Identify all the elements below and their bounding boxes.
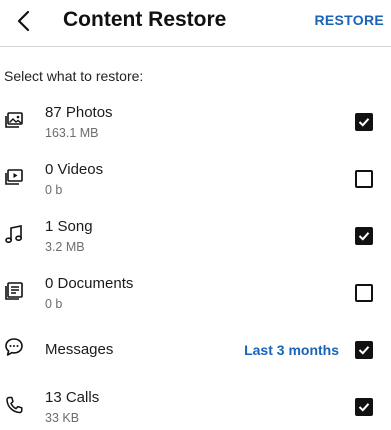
list-item-songs[interactable]: 1 Song 3.2 MB: [0, 217, 391, 267]
checkmark-icon: [358, 346, 370, 355]
checkbox-messages[interactable]: [355, 341, 373, 359]
checkbox-photos[interactable]: [355, 113, 373, 131]
message-bubble-icon: [5, 338, 23, 356]
checkbox-songs[interactable]: [355, 227, 373, 245]
header-divider: [0, 46, 391, 47]
item-label: 1 Song: [45, 218, 93, 235]
list-item-videos[interactable]: 0 Videos 0 b: [0, 160, 391, 210]
item-size: 0 b: [45, 183, 63, 197]
checkmark-icon: [358, 232, 370, 241]
video-icon: [5, 169, 23, 185]
document-icon: [5, 282, 23, 300]
checkbox-calls[interactable]: [355, 398, 373, 416]
checkbox-documents[interactable]: [355, 284, 373, 302]
back-arrow-icon: [17, 10, 30, 32]
checkmark-icon: [358, 403, 370, 412]
page-title: Content Restore: [63, 8, 227, 31]
item-label: 0 Documents: [45, 275, 134, 292]
checkmark-icon: [358, 118, 370, 127]
item-size: 33 KB: [45, 411, 80, 425]
back-button[interactable]: [10, 7, 38, 35]
list-item-documents[interactable]: 0 Documents 0 b: [0, 274, 391, 324]
item-label: Messages: [45, 341, 114, 358]
list-item-calls[interactable]: 13 Calls 33 KB: [0, 388, 391, 430]
list-item-messages[interactable]: Messages Last 3 months: [0, 331, 391, 381]
item-size: 3.2 MB: [45, 240, 85, 254]
music-note-icon: [5, 225, 22, 244]
section-instruction: Select what to restore:: [4, 68, 144, 84]
checkbox-videos[interactable]: [355, 170, 373, 188]
photo-icon: [5, 112, 23, 128]
messages-period-selector[interactable]: Last 3 months: [244, 341, 339, 359]
item-label: 0 Videos: [45, 161, 104, 178]
restore-button[interactable]: RESTORE: [314, 10, 384, 30]
item-label: 87 Photos: [45, 104, 113, 121]
app-bar: Content Restore RESTORE: [0, 0, 391, 46]
item-label: 13 Calls: [45, 389, 100, 406]
phone-icon: [6, 396, 23, 414]
item-size: 0 b: [45, 297, 63, 311]
item-size: 163.1 MB: [45, 126, 99, 140]
list-item-photos[interactable]: 87 Photos 163.1 MB: [0, 103, 391, 153]
